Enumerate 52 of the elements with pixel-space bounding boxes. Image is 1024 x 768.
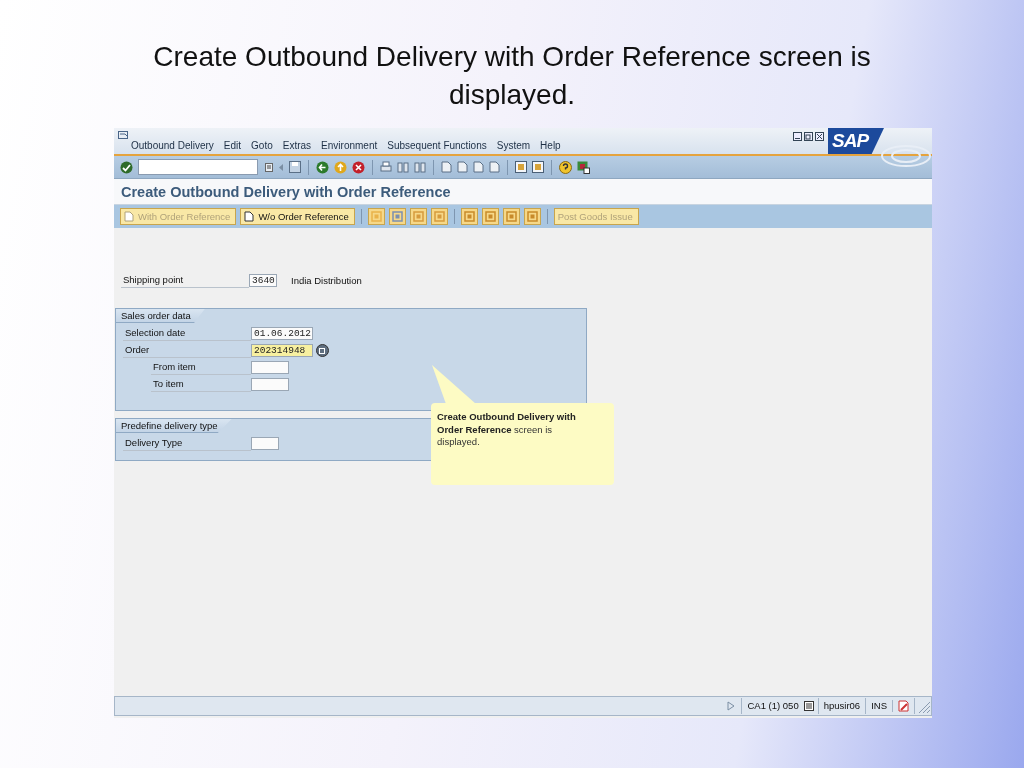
triangle-icon[interactable] <box>727 701 736 711</box>
screen-title: Create Outbound Delivery with Order Reference <box>121 183 451 200</box>
menu-item[interactable]: Subsequent Functions <box>382 140 492 151</box>
window-icon[interactable] <box>515 161 527 173</box>
document-icon <box>124 211 134 222</box>
menu-item[interactable]: Outbound Delivery <box>126 140 219 151</box>
menu-icon[interactable] <box>118 131 129 140</box>
window-icon[interactable] <box>532 161 544 173</box>
print-icon[interactable] <box>380 161 392 173</box>
menu-item[interactable]: Extras <box>277 140 317 151</box>
close-icon[interactable] <box>815 132 824 141</box>
input-field[interactable]: 01.06.2012 <box>251 327 313 340</box>
slide-title: Create Outbound Delivery with Order Reference screen is displayed. <box>152 40 872 112</box>
field-label: Delivery Type <box>123 436 251 451</box>
logo: SAP <box>828 128 884 154</box>
input-field[interactable] <box>251 361 289 374</box>
cancel-icon[interactable] <box>352 160 365 174</box>
field-description: India Distribution <box>291 275 362 286</box>
group-title: Sales order data <box>116 309 205 323</box>
input-field[interactable] <box>251 437 279 450</box>
input-mode: INS <box>865 698 892 714</box>
field-label: Selection date <box>123 326 251 341</box>
dropdown-icon[interactable] <box>265 162 273 172</box>
group-title: Predefine delivery type <box>116 419 232 433</box>
system-info: CA1 (1) 050 <box>741 698 804 714</box>
popup-icon <box>319 347 326 354</box>
menu-item[interactable]: Edit <box>218 140 247 151</box>
value-help-button[interactable] <box>316 344 329 357</box>
input-field[interactable]: 202314948 <box>251 344 313 357</box>
host-name: hpusir06 <box>817 698 866 714</box>
document-icon[interactable] <box>898 700 909 712</box>
toolbar-button[interactable]: W/o Order Reference <box>240 208 355 225</box>
menu-item[interactable]: Help <box>535 140 566 151</box>
help-icon[interactable] <box>559 160 572 174</box>
check-icon[interactable] <box>120 160 133 174</box>
field-label: Shipping point <box>121 273 249 288</box>
triangle-icon[interactable] <box>278 162 284 172</box>
document-icon <box>244 211 255 222</box>
resize-grip-icon[interactable] <box>914 698 931 714</box>
monitor-icon[interactable] <box>577 160 590 174</box>
maximize-icon[interactable] <box>804 132 813 141</box>
menu-item[interactable]: Environment <box>316 140 383 151</box>
menu-item[interactable]: System <box>491 140 536 151</box>
menu-item[interactable]: Goto <box>246 140 278 151</box>
input-field[interactable] <box>251 378 289 391</box>
exit-icon[interactable] <box>334 160 347 174</box>
field-label: Order <box>123 343 251 358</box>
input-field[interactable]: 3640 <box>249 274 277 287</box>
minimize-icon[interactable] <box>793 132 802 141</box>
back-icon[interactable] <box>316 160 329 174</box>
save-icon[interactable] <box>289 161 301 173</box>
command-field[interactable] <box>138 159 258 175</box>
